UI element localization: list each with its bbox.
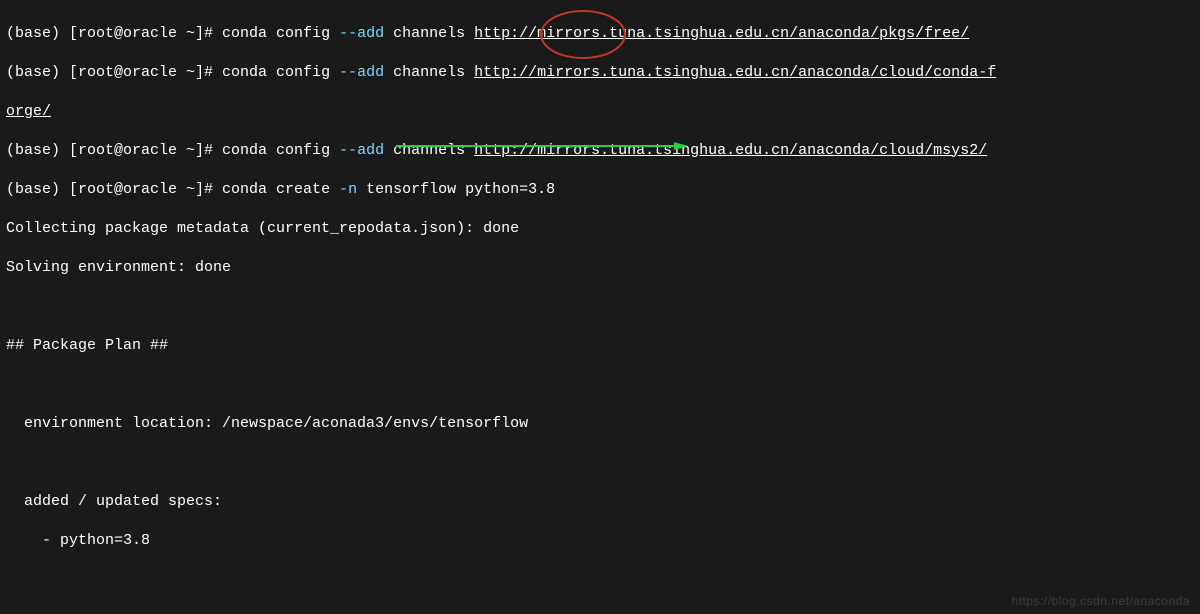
prompt: (base) [root@oracle ~]# [6, 142, 222, 159]
terminal-output: (base) [root@oracle ~]# conda config --a… [0, 0, 1200, 614]
cmd-line-1: (base) [root@oracle ~]# conda config --a… [6, 24, 1194, 44]
cmd-line-3: (base) [root@oracle ~]# conda config --a… [6, 141, 1194, 161]
output-collecting: Collecting package metadata (current_rep… [6, 219, 1194, 239]
channel-url-msys2[interactable]: http://mirrors.tuna.tsinghua.edu.cn/anac… [474, 142, 987, 159]
flag-n: -n [339, 181, 357, 198]
spec-item: - python=3.8 [6, 531, 1194, 551]
cmd-text: channels [384, 142, 474, 159]
cmd-line-4: (base) [root@oracle ~]# conda create -n … [6, 180, 1194, 200]
cmd-text: channels [384, 64, 474, 81]
channel-url-condaforge[interactable]: http://mirrors.tuna.tsinghua.edu.cn/anac… [474, 64, 996, 81]
channel-url-free[interactable]: http://mirrors.tuna.tsinghua.edu.cn/anac… [474, 25, 969, 42]
channel-url-condaforge-cont[interactable]: orge/ [6, 103, 51, 120]
prompt: (base) [root@oracle ~]# [6, 25, 222, 42]
watermark: https://blog.csdn.net/anaconda [1012, 594, 1190, 610]
cmd-text: conda config [222, 142, 339, 159]
output-solving: Solving environment: done [6, 258, 1194, 278]
blank [6, 453, 1194, 473]
blank [6, 297, 1194, 317]
added-specs-header: added / updated specs: [6, 492, 1194, 512]
cmd-line-2-cont: orge/ [6, 102, 1194, 122]
blank [6, 375, 1194, 395]
cmd-text: conda config [222, 64, 339, 81]
cmd-line-2: (base) [root@oracle ~]# conda config --a… [6, 63, 1194, 83]
cmd-text: conda config [222, 25, 339, 42]
cmd-text: channels [384, 25, 474, 42]
flag-add: --add [339, 142, 384, 159]
flag-add: --add [339, 25, 384, 42]
cmd-text: tensorflow python=3.8 [357, 181, 555, 198]
cmd-text: conda create [222, 181, 339, 198]
blank [6, 570, 1194, 590]
prompt: (base) [root@oracle ~]# [6, 181, 222, 198]
package-plan-header: ## Package Plan ## [6, 336, 1194, 356]
flag-add: --add [339, 64, 384, 81]
env-location: environment location: /newspace/aconada3… [6, 414, 1194, 434]
prompt: (base) [root@oracle ~]# [6, 64, 222, 81]
